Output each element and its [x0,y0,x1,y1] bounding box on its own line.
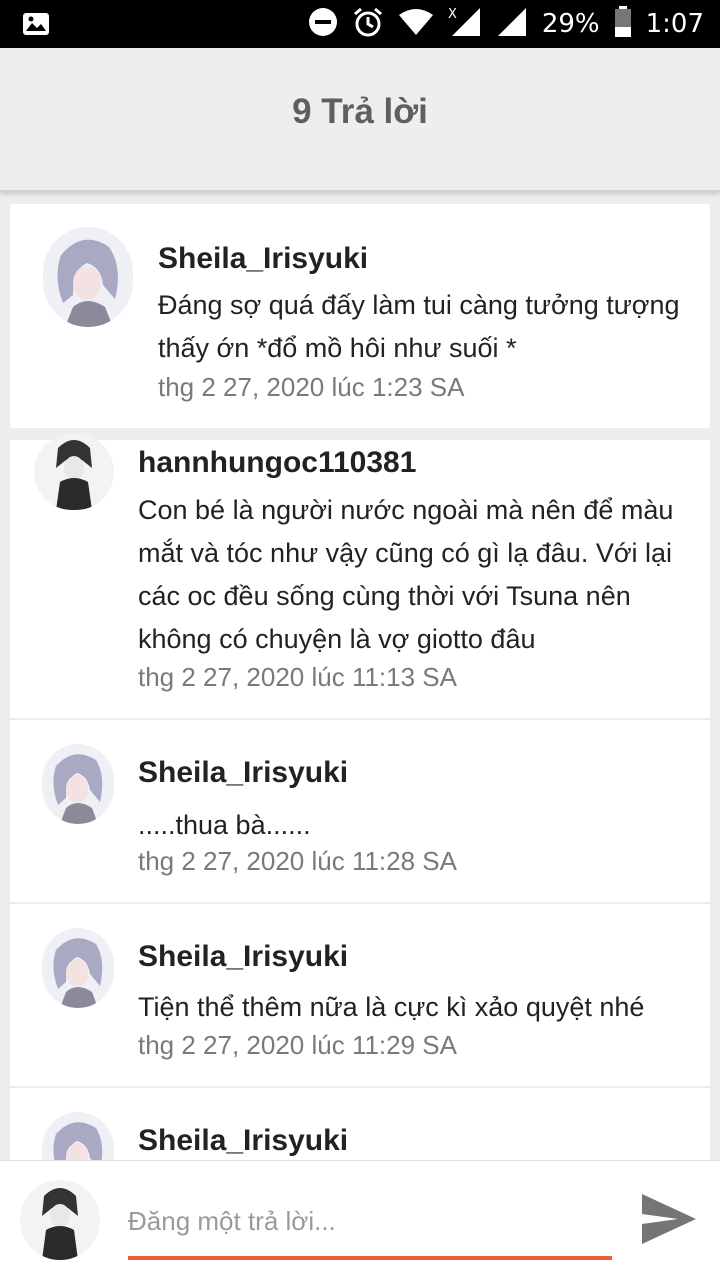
avatar[interactable] [42,928,114,1008]
send-button[interactable] [636,1188,702,1250]
battery-icon [614,6,632,42]
alarm-icon [352,6,384,42]
image-icon [22,12,50,41]
comment-username[interactable]: hannhungoc110381 [138,446,416,480]
comment-text: .....thua bà...... [138,810,311,840]
comment-username[interactable]: Sheila_Irisyuki [138,1124,348,1158]
comment-text: Con bé là người nước ngoài mà nên để màu… [138,495,674,654]
send-icon [642,1194,696,1244]
comment-text: Đáng sợ quá đấy làm tui càng tưởng tượng… [158,290,680,363]
svg-text:X: X [448,7,457,22]
comment-username[interactable]: Sheila_Irisyuki [158,242,368,276]
comment-timestamp: thg 2 27, 2020 lúc 1:23 SA [158,372,465,402]
signal-icon [496,7,528,41]
avatar[interactable] [43,227,133,327]
comment-item: hannhungoc110381 Con bé là người nước ng… [10,434,710,718]
comment-item: Sheila_Irisyuki [10,1088,710,1160]
no-signal-icon: X [448,6,482,42]
comment-username[interactable]: Sheila_Irisyuki [138,940,348,974]
comment-timestamp: thg 2 27, 2020 lúc 11:13 SA [138,662,457,692]
page-title: 9 Trả lời [292,92,428,131]
avatar[interactable] [42,744,114,824]
reply-input-underline [128,1256,612,1260]
avatar[interactable] [34,434,114,510]
comment-item: Sheila_Irisyuki Đáng sợ quá đấy làm tui … [10,204,710,428]
status-bar: X 29% 1:07 [0,0,720,48]
clock: 1:07 [645,9,704,39]
comment-text: Tiện thể thêm nữa là cực kì xảo quyệt nh… [138,992,645,1022]
comment-username[interactable]: Sheila_Irisyuki [138,756,348,790]
dnd-icon [308,7,338,41]
comment-timestamp: thg 2 27, 2020 lúc 11:28 SA [138,846,457,876]
avatar[interactable] [42,1112,114,1160]
comment-timestamp: thg 2 27, 2020 lúc 11:29 SA [138,1030,457,1060]
comment-item: Sheila_Irisyuki .....thua bà...... thg 2… [10,720,710,902]
reply-input[interactable] [128,1192,612,1250]
wifi-icon [398,8,434,40]
battery-percent: 29% [541,9,600,39]
comment-item: Sheila_Irisyuki Tiện thể thêm nữa là cực… [10,904,710,1086]
replies-header: 9 Trả lời [0,48,720,192]
current-user-avatar[interactable] [20,1180,100,1260]
